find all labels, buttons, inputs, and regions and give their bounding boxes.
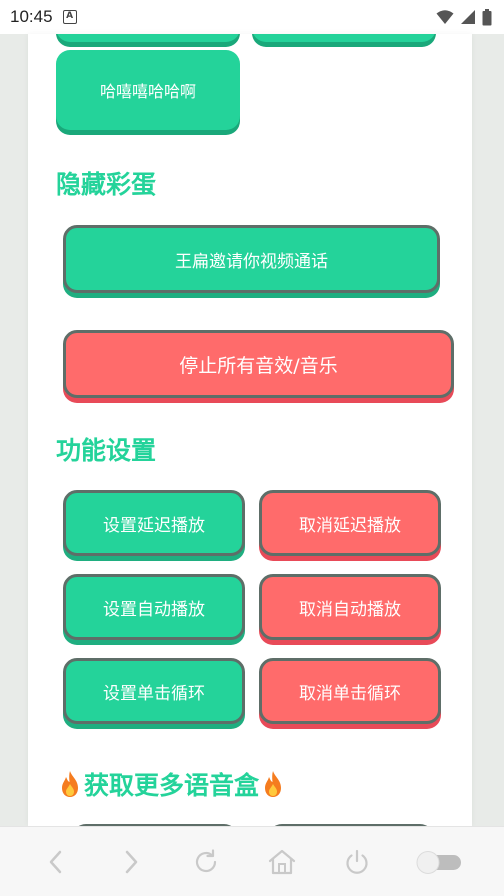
hahaha-button[interactable]: 哈嘻嘻哈哈啊 [56, 50, 240, 130]
set-click-loop-label: 设置单击循环 [103, 683, 205, 704]
refresh-button[interactable] [188, 844, 224, 880]
toggle-icon [416, 850, 462, 874]
notification-icon: A [62, 10, 77, 24]
cancel-click-loop-button[interactable]: 取消单击循环 [259, 658, 441, 724]
set-autoplay-label: 设置自动播放 [103, 599, 205, 620]
more-voiceboxes-title: 获取更多语音盒 [58, 766, 285, 802]
stop-all-button-label: 停止所有音效/音乐 [179, 354, 338, 377]
cancel-autoplay-button[interactable]: 取消自动播放 [259, 574, 441, 640]
wifi-icon [436, 10, 454, 24]
status-left: 10:45 A [10, 7, 77, 27]
cancel-delay-label: 取消延迟播放 [299, 515, 401, 536]
flame-icon [265, 771, 282, 797]
cancel-delay-button[interactable]: 取消延迟播放 [259, 490, 441, 556]
partial-button-left[interactable] [56, 34, 240, 42]
forward-button[interactable] [113, 844, 149, 880]
set-delay-label: 设置延迟播放 [103, 515, 205, 536]
set-click-loop-button[interactable]: 设置单击循环 [63, 658, 245, 724]
power-icon [346, 849, 368, 874]
stop-all-button[interactable]: 停止所有音效/音乐 [63, 330, 454, 398]
back-icon [49, 850, 61, 873]
back-button[interactable] [38, 844, 74, 880]
home-icon [268, 849, 295, 874]
power-button[interactable] [339, 844, 375, 880]
set-autoplay-button[interactable]: 设置自动播放 [63, 574, 245, 640]
clock: 10:45 [10, 7, 53, 26]
cancel-click-loop-label: 取消单击循环 [299, 683, 401, 704]
hahaha-button-label: 哈嘻嘻哈哈啊 [99, 82, 196, 101]
set-delay-button[interactable]: 设置延迟播放 [63, 490, 245, 556]
forward-icon [125, 850, 138, 873]
video-call-button[interactable]: 王扁邀请你视频通话 [63, 225, 440, 293]
partial-button-right[interactable] [252, 34, 436, 42]
status-bar: 10:45 A [0, 0, 504, 34]
status-right [436, 8, 492, 26]
signal-icon [461, 10, 475, 24]
hidden-egg-title: 隐藏彩蛋 [56, 165, 156, 201]
battery-icon [482, 8, 492, 25]
refresh-icon [196, 848, 217, 872]
settings-title: 功能设置 [56, 431, 156, 467]
bottom-navigation [0, 826, 504, 896]
hidden-egg-title-text: 隐藏彩蛋 [56, 170, 157, 199]
flame-icon [62, 771, 78, 797]
content-sheet: 哈嘻嘻哈哈啊 隐藏彩蛋 王扁邀请你视频通话 停止所有音效/音乐 功能设置 设置延… [28, 34, 472, 826]
toggle-switch[interactable] [414, 844, 466, 880]
home-button[interactable] [264, 844, 300, 880]
cancel-autoplay-label: 取消自动播放 [299, 599, 401, 620]
settings-title-text: 功能设置 [56, 436, 157, 465]
video-call-button-label: 王扁邀请你视频通话 [175, 251, 328, 272]
more-voiceboxes-title-text: 获取更多语音盒 [84, 771, 260, 800]
